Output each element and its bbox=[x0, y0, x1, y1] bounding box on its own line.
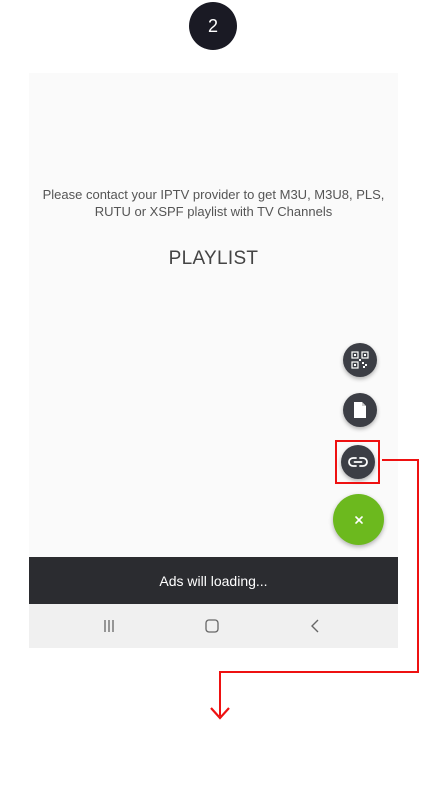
recent-apps-icon bbox=[102, 619, 116, 633]
home-button[interactable] bbox=[202, 616, 222, 636]
ads-banner[interactable]: Ads will loading... bbox=[29, 557, 398, 604]
step-number-badge: 2 bbox=[189, 2, 237, 50]
close-menu-button[interactable] bbox=[333, 494, 384, 545]
link-button-highlight bbox=[335, 440, 380, 484]
home-icon bbox=[204, 618, 220, 634]
system-navigation-bar bbox=[29, 604, 398, 648]
app-screen: Please contact your IPTV provider to get… bbox=[29, 73, 398, 648]
back-icon bbox=[309, 618, 321, 634]
add-file-button[interactable] bbox=[343, 393, 377, 427]
file-icon bbox=[352, 401, 368, 419]
recent-apps-button[interactable] bbox=[99, 616, 119, 636]
step-number: 2 bbox=[207, 15, 218, 36]
playlist-instructions: Please contact your IPTV provider to get… bbox=[42, 187, 385, 219]
ads-text: Ads will loading... bbox=[159, 572, 268, 589]
qr-code-icon bbox=[350, 350, 370, 370]
playlist-title: PLAYLIST bbox=[168, 248, 259, 269]
add-qr-code-button[interactable] bbox=[343, 343, 377, 377]
back-button[interactable] bbox=[305, 616, 325, 636]
close-icon bbox=[353, 514, 365, 526]
